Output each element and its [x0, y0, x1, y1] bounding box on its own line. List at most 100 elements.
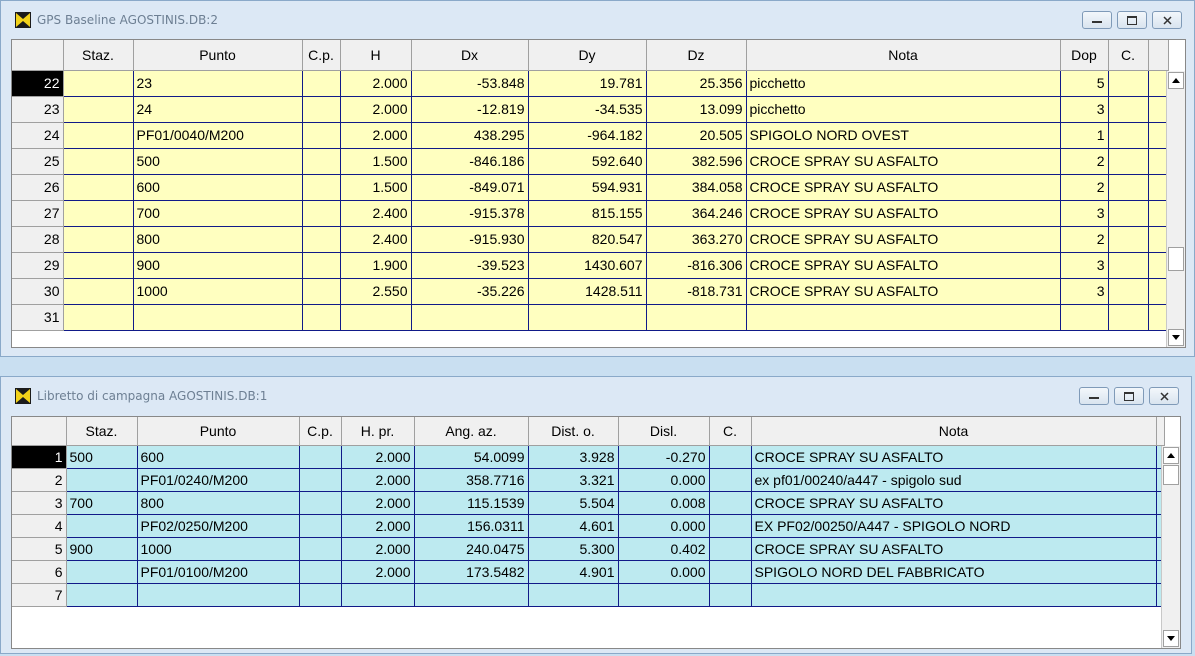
- cell-h[interactable]: 1.500: [340, 148, 412, 175]
- cell-dx[interactable]: [411, 304, 529, 331]
- cell-dz[interactable]: -816.306: [646, 252, 747, 279]
- row-number[interactable]: 23: [12, 96, 64, 123]
- cell-c[interactable]: [1108, 96, 1149, 123]
- cell-hpr[interactable]: 2.000: [341, 468, 415, 492]
- cell-punto[interactable]: 1000: [137, 537, 300, 561]
- column-header-dist-o[interactable]: Dist. o.: [528, 417, 619, 446]
- column-header[interactable]: [12, 417, 67, 446]
- cell-dist-o[interactable]: 3.321: [528, 468, 619, 492]
- cell-dy[interactable]: 592.640: [528, 148, 647, 175]
- cell-ang-az[interactable]: 115.1539: [414, 491, 529, 515]
- cell-nota[interactable]: CROCE SPRAY SU ASFALTO: [751, 491, 1157, 515]
- cell-punto[interactable]: [133, 304, 303, 331]
- cell-dz[interactable]: [646, 304, 747, 331]
- cell-h[interactable]: [340, 304, 412, 331]
- table-row[interactable]: 31: [12, 304, 1169, 331]
- titlebar[interactable]: GPS Baseline AGOSTINIS.DB:2: [1, 1, 1194, 37]
- cell-c[interactable]: [1108, 200, 1149, 227]
- table-row[interactable]: 23 24 2.000 -12.819 -34.535 13.099 picch…: [12, 96, 1169, 123]
- cell-dy[interactable]: 1428.511: [528, 278, 647, 305]
- column-header-staz[interactable]: Staz.: [63, 40, 134, 71]
- cell-staz[interactable]: [63, 148, 134, 175]
- cell-dop[interactable]: 2: [1060, 174, 1109, 201]
- column-header-c[interactable]: C.: [1108, 40, 1149, 71]
- cell-nota[interactable]: CROCE SPRAY SU ASFALTO: [746, 148, 1061, 175]
- cell-cp[interactable]: [299, 514, 342, 538]
- cell-cp[interactable]: [302, 122, 341, 149]
- cell-hpr[interactable]: 2.000: [341, 537, 415, 561]
- cell-dy[interactable]: -34.535: [528, 96, 647, 123]
- cell-hpr[interactable]: 2.000: [341, 445, 415, 469]
- cell-hpr[interactable]: 2.000: [341, 560, 415, 584]
- cell-punto[interactable]: 700: [133, 200, 303, 227]
- cell-c[interactable]: [709, 514, 752, 538]
- row-number[interactable]: 25: [12, 148, 64, 175]
- column-header-punto[interactable]: Punto: [137, 417, 300, 446]
- cell-punto[interactable]: 1000: [133, 278, 303, 305]
- cell-staz[interactable]: 900: [66, 537, 138, 561]
- cell-dy[interactable]: 594.931: [528, 174, 647, 201]
- cell-nota[interactable]: [751, 583, 1157, 607]
- cell-dx[interactable]: -12.819: [411, 96, 529, 123]
- gps-baseline-window[interactable]: GPS Baseline AGOSTINIS.DB:2 Staz. Punto …: [0, 0, 1195, 357]
- row-number[interactable]: 22: [12, 70, 64, 97]
- minimize-button[interactable]: [1082, 11, 1112, 29]
- column-header-disl[interactable]: Disl.: [618, 417, 710, 446]
- cell-cp[interactable]: [302, 96, 341, 123]
- cell-h[interactable]: 2.400: [340, 226, 412, 253]
- table-row[interactable]: 24 PF01/0040/M200 2.000 438.295 -964.182…: [12, 122, 1169, 149]
- row-number[interactable]: 31: [12, 304, 64, 331]
- scroll-thumb[interactable]: [1163, 465, 1179, 485]
- cell-nota[interactable]: CROCE SPRAY SU ASFALTO: [746, 226, 1061, 253]
- libretto-grid[interactable]: Staz. Punto C.p. H. pr. Ang. az. Dist. o…: [11, 416, 1181, 649]
- cell-dop[interactable]: 5: [1060, 70, 1109, 97]
- scroll-thumb[interactable]: [1168, 247, 1184, 271]
- close-button[interactable]: [1149, 387, 1179, 405]
- cell-staz[interactable]: [63, 278, 134, 305]
- cell-dop[interactable]: [1060, 304, 1109, 331]
- cell-staz[interactable]: [63, 226, 134, 253]
- cell-ang-az[interactable]: 54.0099: [414, 445, 529, 469]
- cell-c[interactable]: [1108, 174, 1149, 201]
- cell-h[interactable]: 2.000: [340, 70, 412, 97]
- table-row[interactable]: 25 500 1.500 -846.186 592.640 382.596 CR…: [12, 148, 1169, 175]
- cell-h[interactable]: 2.550: [340, 278, 412, 305]
- cell-c[interactable]: [1108, 148, 1149, 175]
- cell-h[interactable]: 1.900: [340, 252, 412, 279]
- column-header-dop[interactable]: Dop: [1060, 40, 1109, 71]
- cell-disl[interactable]: 0.000: [618, 560, 710, 584]
- cell-punto[interactable]: PF01/0040/M200: [133, 122, 303, 149]
- cell-dx[interactable]: 438.295: [411, 122, 529, 149]
- column-header-cp[interactable]: C.p.: [299, 417, 342, 446]
- cell-dop[interactable]: 3: [1060, 278, 1109, 305]
- cell-staz[interactable]: [63, 304, 134, 331]
- cell-staz[interactable]: [66, 583, 138, 607]
- cell-dz[interactable]: 25.356: [646, 70, 747, 97]
- row-number[interactable]: 28: [12, 226, 64, 253]
- cell-cp[interactable]: [299, 583, 342, 607]
- row-number[interactable]: 2: [12, 468, 67, 492]
- baseline-grid[interactable]: Staz. Punto C.p. H Dx Dy Dz Nota Dop C. …: [11, 39, 1186, 348]
- cell-c[interactable]: [709, 445, 752, 469]
- cell-dx[interactable]: -53.848: [411, 70, 529, 97]
- cell-c[interactable]: [709, 491, 752, 515]
- cell-cp[interactable]: [302, 304, 341, 331]
- cell-h[interactable]: 1.500: [340, 174, 412, 201]
- row-number[interactable]: 27: [12, 200, 64, 227]
- cell-dx[interactable]: -39.523: [411, 252, 529, 279]
- cell-c[interactable]: [1108, 252, 1149, 279]
- cell-nota[interactable]: CROCE SPRAY SU ASFALTO: [746, 278, 1061, 305]
- column-header-hpr[interactable]: H. pr.: [341, 417, 415, 446]
- row-number[interactable]: 24: [12, 122, 64, 149]
- cell-cp[interactable]: [302, 200, 341, 227]
- row-number[interactable]: 26: [12, 174, 64, 201]
- cell-punto[interactable]: 800: [133, 226, 303, 253]
- cell-punto[interactable]: 600: [137, 445, 300, 469]
- vertical-scrollbar[interactable]: [1166, 71, 1185, 347]
- column-header-ang-az[interactable]: Ang. az.: [414, 417, 529, 446]
- cell-nota[interactable]: [746, 304, 1061, 331]
- cell-ang-az[interactable]: [414, 583, 529, 607]
- cell-dz[interactable]: 13.099: [646, 96, 747, 123]
- cell-dist-o[interactable]: 5.300: [528, 537, 619, 561]
- cell-dist-o[interactable]: 4.901: [528, 560, 619, 584]
